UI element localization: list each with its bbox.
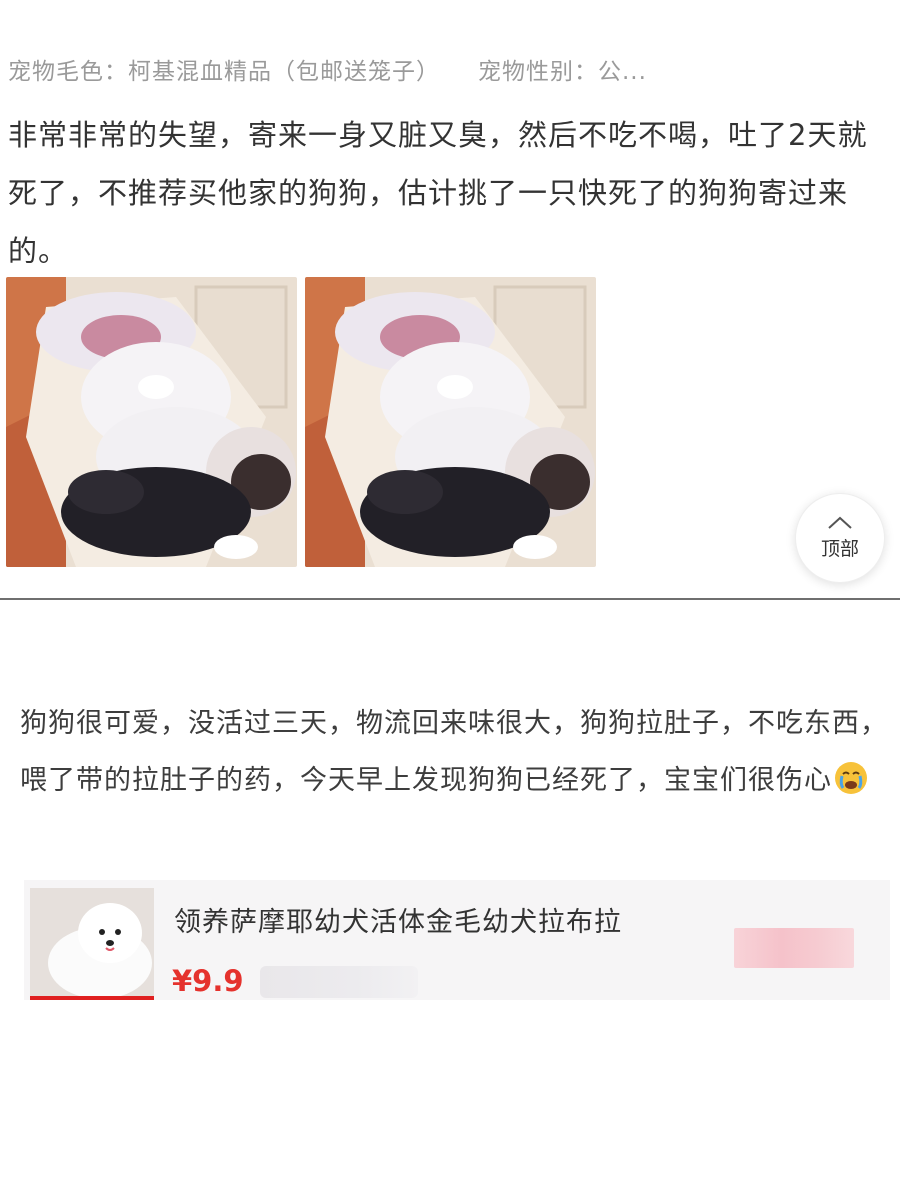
review-photo-1[interactable] [6, 277, 297, 567]
review-card-1: 宠物毛色：柯基混血精品（包邮送笼子） 宠物性别：公... 非常非常的失望，寄来一身… [0, 0, 900, 598]
product-price: ¥9.9 [172, 964, 244, 998]
chevron-up-icon [828, 516, 852, 529]
review-text: 狗狗很可爱，没活过三天，物流回来味很大，狗狗拉肚子，不吃东西，喂了带的拉肚子的药… [20, 695, 890, 809]
review-card-2: 狗狗很可爱，没活过三天，物流回来味很大，狗狗拉肚子，不吃东西，喂了带的拉肚子的药… [0, 600, 900, 1200]
blurred-sales-info [260, 966, 418, 998]
pet-color-spec: 宠物毛色：柯基混血精品（包邮送笼子） [8, 59, 440, 85]
crying-face-icon [835, 762, 867, 794]
product-title[interactable]: 领养萨摩耶幼犬活体金毛幼犬拉布拉 [174, 900, 622, 939]
back-to-top-label: 顶部 [820, 537, 859, 560]
thumbnail-accent-bar [30, 996, 154, 1000]
review-text-body: 狗狗很可爱，没活过三天，物流回来味很大，狗狗拉肚子，不吃东西，喂了带的拉肚子的药… [20, 708, 888, 796]
product-thumbnail[interactable] [30, 888, 154, 1000]
review-text: 非常非常的失望，寄来一身又脏又臭，然后不吃不喝，吐了2天就死了，不推荐买他家的狗… [8, 118, 868, 268]
review-photo-2[interactable] [305, 277, 596, 567]
back-to-top-button[interactable]: 顶部 [795, 493, 885, 583]
pet-gender-spec: 宠物性别：公... [478, 59, 647, 85]
pet-spec-line: 宠物毛色：柯基混血精品（包邮送笼子） 宠物性别：公... [8, 52, 647, 86]
blurred-badge [734, 928, 854, 968]
linked-product-card[interactable]: 领养萨摩耶幼犬活体金毛幼犬拉布拉 ¥9.9 [24, 880, 890, 1000]
